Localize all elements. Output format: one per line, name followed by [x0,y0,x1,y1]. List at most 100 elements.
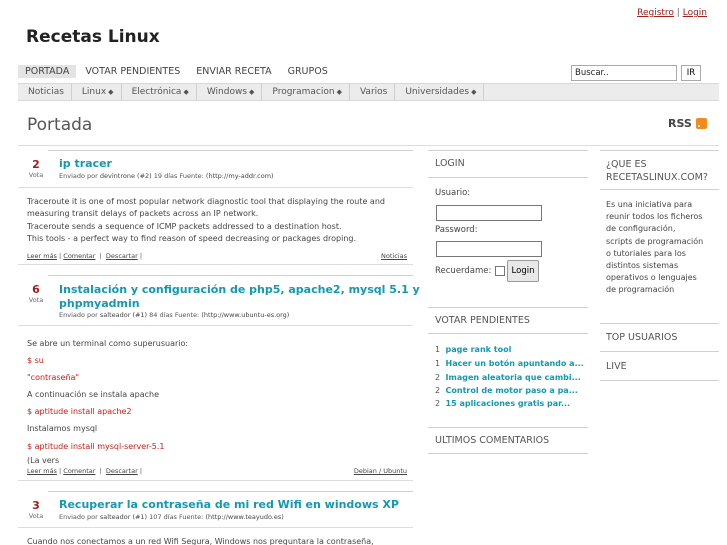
category-label: Linux [81,87,107,97]
category-label: Programacion [272,87,335,97]
top-users-heading[interactable]: TOP USUARIOS [606,332,677,343]
post-body: Cuando nos conectamos a un red Wifi Segu… [27,536,407,545]
rss-label: RSS [668,117,692,130]
category-nav: Noticias Linux ◆ Electrónica ◆ Windows ◆ Pr… [18,83,719,101]
category-label: Windows [206,87,248,97]
author-link[interactable]: salteador (#1) [100,513,147,521]
divider [48,491,413,492]
read-more-link[interactable]: Leer más [27,252,57,260]
vote-box[interactable]: 3 Vota [24,499,48,520]
pending-item[interactable]: 2 Control de motor paso a pa... [435,386,578,395]
search-button[interactable]: IR [681,65,701,81]
command-line: $ aptitude install mysql-server-5.1 [27,441,165,451]
pending-title: Hacer un botón apuntando a... [445,359,584,368]
pending-count: 2 [435,373,441,382]
body-line: Traceroute it is one of most popular net… [27,197,385,206]
post-body: Se abre un terminal como superusuario: $… [27,335,407,467]
author-link[interactable]: salteador (#1) [100,311,147,319]
username-field[interactable] [436,205,542,221]
main-nav: PORTADA VOTAR PENDIENTES ENVIAR RECETA G… [18,65,337,78]
divider [428,150,588,151]
dropdown-arrow-icon: ◆ [336,88,342,96]
pending-title: 15 aplicaciones gratis par... [445,399,571,408]
divider [48,275,413,276]
post-meta: Enviado por salteador (#1) 84 días Fuent… [59,311,289,319]
meta-prefix: Enviado por [59,172,98,180]
title-line: phpmyadmin [59,297,140,310]
post-actions: Leer más | Comentar | Descartar | Debian… [27,467,407,475]
source-link[interactable]: (http://www.teayudo.es) [205,513,283,521]
vote-label: Vota [28,512,44,520]
site-title[interactable]: Recetas Linux [26,27,160,47]
category-link[interactable]: Debian / Ubuntu [354,467,407,475]
body-line: Traceroute sends a sequence of ICMP pack… [27,221,342,231]
vote-box[interactable]: 6 Vota [24,283,48,304]
discard-link[interactable]: Descartar [106,252,138,260]
live-heading[interactable]: LIVE [606,361,627,372]
meta-age: 107 días Fuente: [149,513,204,521]
body-line: (La vers [27,455,60,465]
body-line: This tools - a perfect way to find reaso… [27,233,357,243]
category-electronica[interactable]: Electrónica ◆ [122,84,197,100]
login-button[interactable]: Login [507,260,539,282]
category-varios[interactable]: Varios [350,84,396,100]
meta-age: 84 días Fuente: [149,311,200,319]
about-heading: ¿QUE ES RECETASLINUX.COM? [606,158,708,184]
discard-link[interactable]: Descartar [106,467,138,475]
command-line: $ aptitude install apache2 [27,407,132,417]
search-input[interactable] [571,65,677,81]
remember-label: Recuerdame: [435,266,492,276]
remember-checkbox[interactable] [495,266,506,276]
pending-count: 2 [435,386,441,395]
category-linux[interactable]: Linux ◆ [72,84,122,100]
post-title[interactable]: Recuperar la contraseña de mi red Wifi e… [59,498,399,511]
nav-grupos[interactable]: GRUPOS [281,65,335,78]
category-link[interactable]: Noticias [381,252,407,260]
divider [600,323,719,324]
category-label: Electrónica [131,87,182,97]
meta-age: 19 días Fuente: [153,172,204,180]
pending-item[interactable]: 1 page rank tool [435,345,511,354]
pending-title: Imagen aleatoria que cambi... [445,373,581,382]
divider [428,453,588,454]
meta-prefix: Enviado por [59,311,98,319]
heading-line: RECETASLINUX.COM? [606,172,708,183]
post-title[interactable]: Instalación y configuración de php5, apa… [59,283,420,311]
vote-box[interactable]: 2 Vota [24,158,48,179]
category-noticias[interactable]: Noticias [18,84,72,100]
nav-enviar-receta[interactable]: ENVIAR RECETA [189,65,278,78]
rss-link[interactable]: RSS [668,117,707,130]
category-universidades[interactable]: Universidades ◆ [395,84,485,100]
nav-portada[interactable]: PORTADA [18,65,77,78]
divider [428,333,588,334]
body-line: Se abre un terminal como superusuario: [27,339,189,348]
category-programacion[interactable]: Programacion ◆ [262,84,350,100]
category-label: Varios [359,87,388,97]
vote-count: 6 [32,283,40,296]
pending-item[interactable]: 1 Hacer un botón apuntando a... [435,359,584,368]
pending-item[interactable]: 2 15 aplicaciones gratis par... [435,399,570,408]
post-meta: Enviado por salteador (#1) 107 días Fuen… [59,513,284,521]
source-link[interactable]: (http://my-addr.com) [206,172,274,180]
register-link[interactable]: Registro [637,8,674,18]
body-line: Instalamos mysql [27,424,98,434]
vote-label: Vota [28,171,44,179]
source-link[interactable]: (http://www.ubuntu-es.org) [201,311,289,319]
pending-item[interactable]: 2 Imagen aleatoria que cambi... [435,373,581,382]
comment-link[interactable]: Comentar [63,467,95,475]
meta-prefix: Enviado por [59,513,98,521]
divider [600,189,719,190]
divider [18,145,719,146]
post-title[interactable]: ip tracer [59,157,112,170]
author-link[interactable]: devintrone (#2) [100,172,152,180]
category-windows[interactable]: Windows ◆ [197,84,263,100]
read-more-link[interactable]: Leer más [27,467,57,475]
title-line: Instalación y configuración de php5, apa… [59,283,420,296]
login-link[interactable]: Login [683,8,707,18]
pending-count: 1 [435,359,441,368]
divider [428,427,588,428]
vote-count: 3 [32,499,40,512]
password-field[interactable] [436,241,542,257]
nav-votar-pendientes[interactable]: VOTAR PENDIENTES [78,65,187,78]
comment-link[interactable]: Comentar [63,252,95,260]
